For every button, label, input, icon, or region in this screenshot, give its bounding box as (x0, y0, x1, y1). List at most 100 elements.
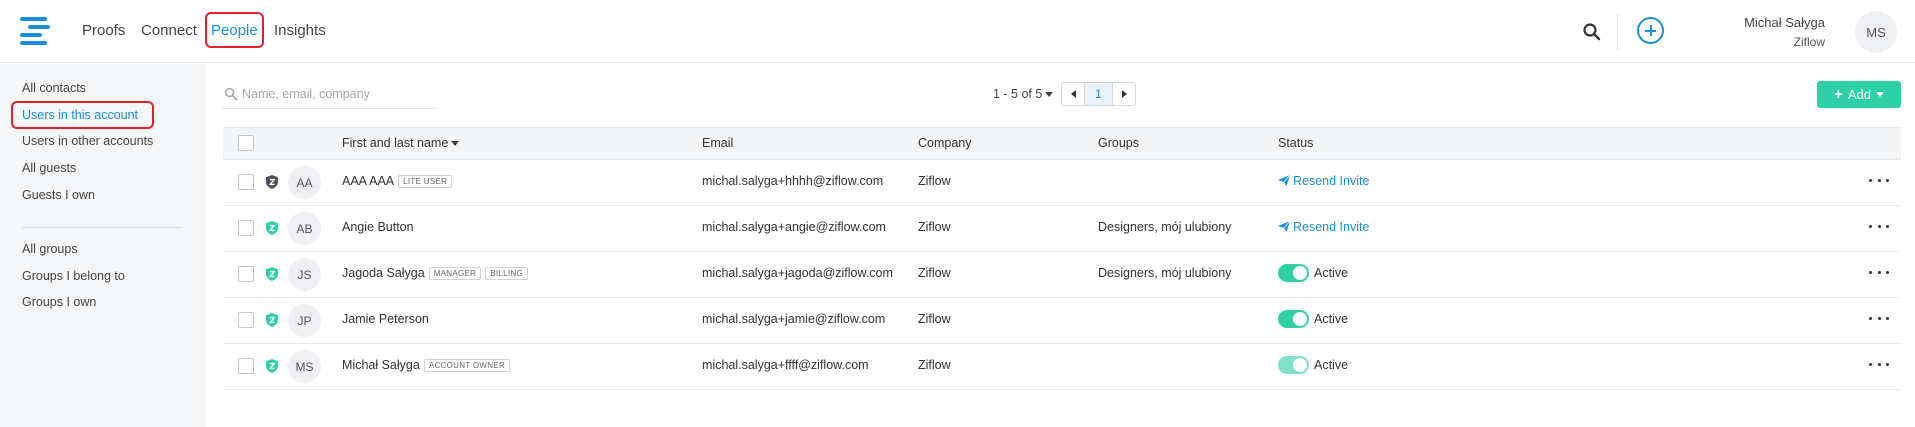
resend-invite-label: Resend Invite (1293, 220, 1370, 234)
sidebar-item-all-contacts[interactable]: All contacts (22, 81, 86, 95)
column-header-status: Status (1278, 136, 1314, 150)
active-toggle[interactable] (1278, 264, 1309, 282)
sidebar-item-users-in-this-account[interactable]: Users in this account (22, 108, 138, 122)
user-name[interactable]: Michał Sałyga (1744, 15, 1825, 30)
user-avatar[interactable]: MS (1855, 11, 1897, 53)
column-header-company: Company (918, 136, 972, 150)
shield-icon (266, 313, 278, 327)
row-checkbox[interactable] (238, 266, 254, 282)
nav-proofs[interactable]: Proofs (82, 22, 125, 39)
status-label: Active (1314, 358, 1349, 372)
create-plus-icon[interactable] (1637, 17, 1664, 44)
table-row[interactable]: MS Michał Sałyga ACCOUNT OWNER michal.sal… (223, 343, 1901, 390)
email-cell: michal.salyga+jagoda@ziflow.com (702, 266, 893, 280)
active-toggle[interactable] (1278, 310, 1309, 328)
row-checkbox[interactable] (238, 174, 254, 190)
sidebar-item-guests-i-own[interactable]: Guests I own (22, 188, 95, 202)
email-cell: michal.salyga+hhhh@ziflow.com (702, 174, 884, 188)
table-row[interactable]: AA AAA AAA LITE USER michal.salyga+hhhh@z… (223, 159, 1901, 206)
shield-icon (266, 359, 278, 373)
company-cell: Ziflow (918, 266, 951, 280)
column-header-email: Email (702, 136, 734, 150)
name-cell: Angie Button (342, 220, 414, 234)
email-cell: michal.salyga+ffff@ziflow.com (702, 358, 869, 372)
resend-invite-link[interactable]: Resend Invite (1278, 174, 1369, 188)
resend-invite-link[interactable]: Resend Invite (1278, 220, 1369, 234)
search-icon[interactable] (1582, 22, 1602, 42)
shield-icon (266, 267, 278, 281)
role-badge: BILLING (485, 267, 529, 280)
nav-people[interactable]: People (211, 22, 258, 39)
ziflow-logo-icon[interactable] (20, 17, 50, 45)
row-checkbox[interactable] (238, 312, 254, 328)
name-cell: Jagoda Sałyga MANAGER BILLING (342, 266, 529, 280)
company-cell: Ziflow (918, 220, 951, 234)
avatar: MS (288, 350, 321, 383)
avatar: AA (288, 166, 321, 199)
sidebar-item-all-guests[interactable]: All guests (22, 161, 76, 175)
sidebar-divider (22, 227, 182, 228)
company-cell: Ziflow (918, 312, 951, 326)
shield-icon (266, 175, 278, 189)
active-toggle[interactable] (1278, 356, 1309, 374)
table-header: First and last name Email Company Groups… (223, 127, 1901, 160)
paper-plane-icon (1278, 175, 1290, 186)
more-options-icon[interactable] (1869, 357, 1889, 371)
search-box (222, 82, 437, 109)
person-name: Angie Button (342, 220, 414, 234)
paper-plane-icon (1278, 221, 1290, 232)
row-checkbox[interactable] (238, 220, 254, 236)
company-cell: Ziflow (918, 358, 951, 372)
company-cell: Ziflow (918, 174, 951, 188)
person-name: Jamie Peterson (342, 312, 429, 326)
avatar: JS (288, 258, 321, 291)
nav-connect[interactable]: Connect (141, 22, 197, 39)
table-row[interactable]: JP Jamie Peterson michal.salyga+jamie@zi… (223, 297, 1901, 344)
pager-current-page[interactable]: 1 (1084, 82, 1113, 106)
resend-invite-label: Resend Invite (1293, 174, 1370, 188)
role-badge: MANAGER (428, 267, 482, 280)
chevron-left-icon (1070, 90, 1076, 98)
avatar: AB (288, 212, 321, 245)
sidebar-item-groups-i-belong-to[interactable]: Groups I belong to (22, 269, 125, 283)
email-cell: michal.salyga+jamie@ziflow.com (702, 312, 886, 326)
shield-icon (266, 221, 278, 235)
table-row[interactable]: AB Angie Button michal.salyga+angie@zifl… (223, 205, 1901, 252)
column-header-name[interactable]: First and last name (342, 136, 460, 150)
add-button[interactable]: + Add (1817, 81, 1901, 108)
row-checkbox[interactable] (238, 358, 254, 374)
search-input[interactable] (242, 82, 432, 106)
sidebar-item-groups-i-own[interactable]: Groups I own (22, 295, 96, 309)
select-all-checkbox[interactable] (238, 135, 254, 151)
nav-insights[interactable]: Insights (274, 22, 326, 39)
pager-range-dropdown[interactable]: 1 - 5 of 5 (993, 87, 1054, 101)
status-label: Active (1314, 266, 1349, 280)
sidebar: All contacts Users in this account Users… (0, 63, 205, 427)
email-cell: michal.salyga+angie@ziflow.com (702, 220, 886, 234)
sort-chevron-down-icon (451, 141, 460, 147)
chevron-down-icon (1875, 92, 1884, 97)
pager-range: 1 - 5 of 5 (993, 87, 1043, 101)
sidebar-item-users-in-other-accounts[interactable]: Users in other accounts (22, 134, 153, 148)
name-cell: Michał Sałyga ACCOUNT OWNER (342, 358, 511, 372)
column-header-groups: Groups (1098, 136, 1139, 150)
plus-icon: + (1834, 86, 1843, 103)
search-icon (224, 87, 238, 101)
sidebar-item-all-groups[interactable]: All groups (22, 242, 78, 256)
more-options-icon[interactable] (1869, 219, 1889, 233)
pager-next-button[interactable] (1112, 82, 1136, 106)
name-cell: Jamie Peterson (342, 312, 429, 326)
avatar: JP (288, 304, 321, 337)
person-name: AAA AAA (342, 174, 395, 188)
more-options-icon[interactable] (1869, 173, 1889, 187)
more-options-icon[interactable] (1869, 265, 1889, 279)
table-row[interactable]: JS Jagoda Sałyga MANAGER BILLING michal.sa… (223, 251, 1901, 298)
more-options-icon[interactable] (1869, 311, 1889, 325)
groups-cell: Designers, mój ulubiony (1098, 266, 1232, 280)
pager-prev-button[interactable] (1061, 82, 1085, 106)
role-badge: LITE USER (398, 175, 453, 188)
top-bar: Proofs Connect People Insights Michał Sa… (0, 0, 1915, 63)
add-button-label: Add (1847, 87, 1871, 102)
name-cell: AAA AAA LITE USER (342, 174, 453, 188)
user-org: Ziflow (1793, 35, 1825, 49)
